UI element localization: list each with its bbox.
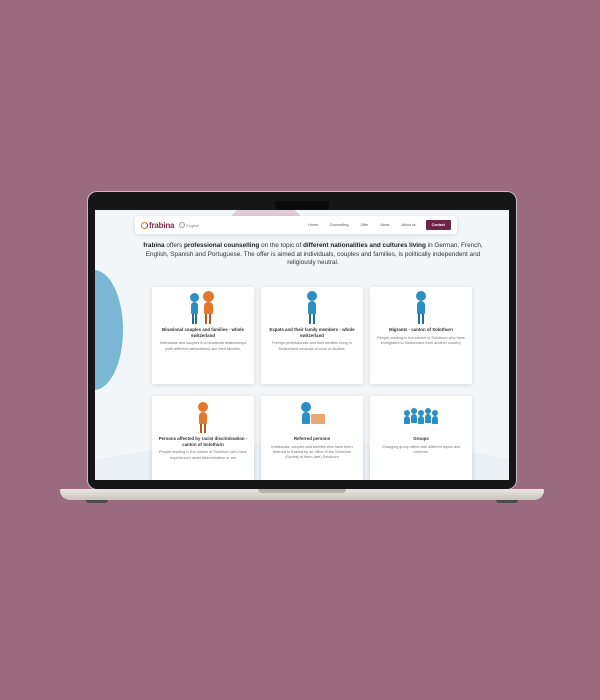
card-description: Foreign professionals and their families… <box>272 341 352 351</box>
card-description: Individuals and couples in a binational … <box>159 341 247 351</box>
affected-person-icon <box>152 400 254 436</box>
card-description: People residing in the canton of Solothu… <box>159 450 247 460</box>
group-icon <box>370 400 472 436</box>
nav-about-us[interactable]: About us <box>401 223 415 227</box>
language-switcher[interactable]: English <box>179 222 199 228</box>
intro-part: on the topic of <box>259 242 303 249</box>
logo-icon <box>141 221 148 229</box>
laptop-mockup: frabina English Home Counselling Offer N… <box>60 192 544 504</box>
card-racist-discrimination[interactable]: Persons affected by racist discriminatio… <box>152 396 254 480</box>
intro-highlight: professional counselling <box>184 242 260 249</box>
card-title: Binational couples and families - whole … <box>162 327 244 338</box>
nav-news[interactable]: News <box>380 223 389 227</box>
card-description: Changing group offers with different top… <box>381 444 461 454</box>
intro-highlight: different nationalities and cultures liv… <box>303 242 426 249</box>
navbar: frabina English Home Counselling Offer N… <box>135 216 457 234</box>
nav-links: Home Counselling Offer News About us Con… <box>296 220 457 230</box>
laptop-base-notch <box>258 489 346 493</box>
card-description: People residing in the canton of Solothu… <box>377 335 465 345</box>
intro-text: frabina offers professional counselling … <box>135 242 491 268</box>
card-referred[interactable]: Referred persons Individuals, couples an… <box>261 396 363 480</box>
globe-icon <box>179 222 186 228</box>
laptop-base <box>60 489 544 500</box>
card-title: Persons affected by racist discriminatio… <box>158 436 248 447</box>
card-binational[interactable]: Binational couples and families - whole … <box>152 287 254 384</box>
website-screen: frabina English Home Counselling Offer N… <box>95 210 509 480</box>
card-description: Individuals, couples and families who ha… <box>271 444 353 460</box>
card-expats[interactable]: Expats and their family members - whole … <box>261 287 363 384</box>
laptop-foot <box>496 500 518 503</box>
camera-notch <box>275 201 329 210</box>
card-groups[interactable]: Groups Changing group offers with differ… <box>370 396 472 480</box>
couple-icon <box>152 291 254 327</box>
laptop-foot <box>86 500 108 503</box>
logo-text: frabina <box>149 220 175 230</box>
card-migrants[interactable]: Migrants - canton of Solothurn People re… <box>370 287 472 384</box>
decorative-blue-circle <box>95 270 123 390</box>
logo[interactable]: frabina <box>141 221 174 230</box>
nav-home[interactable]: Home <box>308 223 318 227</box>
intro-brand: frabina <box>143 242 165 249</box>
migrant-icon <box>370 291 472 327</box>
nav-counselling[interactable]: Counselling <box>330 223 349 227</box>
intro-part: offers <box>164 242 185 249</box>
contact-button[interactable]: Contact <box>425 220 451 230</box>
card-title: Expats and their family members - whole … <box>269 327 355 338</box>
nav-offer[interactable]: Offer <box>360 223 368 227</box>
expat-icon <box>261 291 363 327</box>
language-label: English <box>186 222 200 228</box>
laptop-lid: frabina English Home Counselling Offer N… <box>88 192 516 489</box>
referred-person-icon <box>261 400 363 436</box>
